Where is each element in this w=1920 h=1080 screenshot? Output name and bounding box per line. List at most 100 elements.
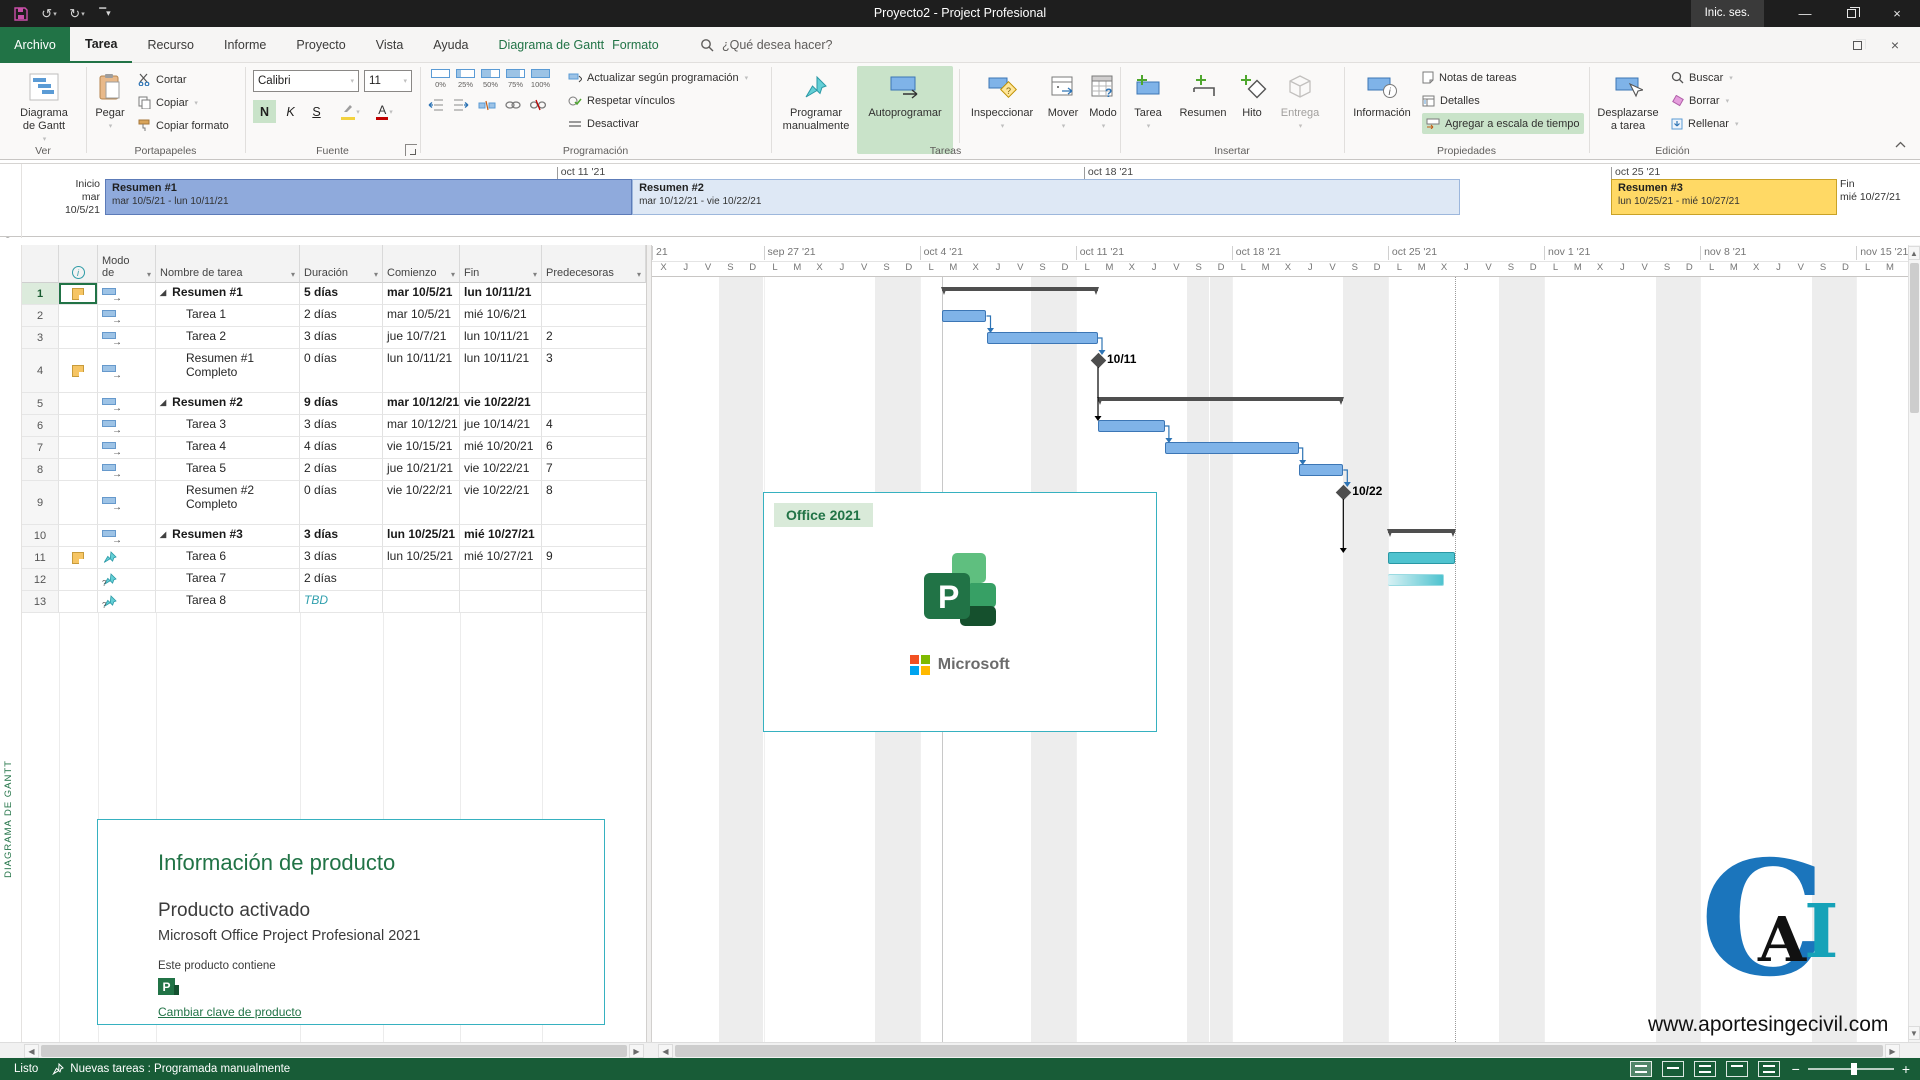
view-team-planner-icon[interactable] bbox=[1694, 1061, 1716, 1077]
row-number[interactable]: 7 bbox=[22, 437, 59, 459]
cell-task-name[interactable]: ◢Resumen #3 bbox=[156, 525, 300, 547]
table-scroll-right-icon[interactable]: ▶ bbox=[629, 1044, 644, 1058]
scroll-down-icon[interactable]: ▼ bbox=[1908, 1026, 1920, 1040]
view-resource-sheet-icon[interactable] bbox=[1726, 1061, 1748, 1077]
view-gantt-icon[interactable] bbox=[1630, 1061, 1652, 1077]
row-number[interactable]: 12 bbox=[22, 569, 59, 591]
cell-task-mode[interactable] bbox=[98, 547, 156, 569]
collapse-ribbon-icon[interactable] bbox=[1895, 135, 1906, 153]
insert-milestone-button[interactable]: Hito bbox=[1234, 66, 1270, 120]
tab-formato[interactable]: Formato bbox=[608, 27, 674, 63]
row-number[interactable]: 5 bbox=[22, 393, 59, 415]
cell-task-mode[interactable]: → bbox=[98, 327, 156, 349]
underline-button[interactable]: S bbox=[305, 100, 328, 123]
font-name-select[interactable]: Calibri▾ bbox=[253, 70, 359, 92]
cell-duration[interactable]: 2 días bbox=[300, 305, 383, 327]
bold-button[interactable]: N bbox=[253, 100, 276, 123]
cell-task-mode[interactable]: → bbox=[98, 525, 156, 547]
cell-finish[interactable]: vie 10/22/21 bbox=[460, 459, 542, 481]
cell-start[interactable]: vie 10/22/21 bbox=[383, 481, 460, 525]
cell-start[interactable]: vie 10/15/21 bbox=[383, 437, 460, 459]
gantt-task-bar[interactable] bbox=[1388, 552, 1455, 564]
cell-indicators[interactable] bbox=[59, 393, 98, 415]
gantt-chart-view-button[interactable]: Diagrama de Gantt▾ bbox=[14, 66, 74, 146]
insert-task-button[interactable]: Tarea▾ bbox=[1126, 66, 1170, 133]
cell-start[interactable] bbox=[383, 569, 460, 591]
cell-start[interactable]: jue 10/21/21 bbox=[383, 459, 460, 481]
cell-predecessors[interactable] bbox=[542, 393, 646, 415]
redo-button[interactable]: ↻▾ bbox=[64, 3, 90, 24]
highlight-color-button[interactable]: ▾ bbox=[339, 100, 362, 123]
cell-duration[interactable]: 3 días bbox=[300, 525, 383, 547]
split-task-icon[interactable] bbox=[478, 99, 496, 111]
cell-start[interactable]: lun 10/11/21 bbox=[383, 349, 460, 393]
cell-finish[interactable] bbox=[460, 569, 542, 591]
row-number[interactable]: 1 bbox=[22, 283, 59, 305]
cell-start[interactable]: mar 10/12/21 bbox=[383, 415, 460, 437]
scroll-to-task-button[interactable]: Desplazarse a tarea bbox=[1593, 66, 1663, 133]
cell-duration[interactable]: 0 días bbox=[300, 481, 383, 525]
tab-tarea[interactable]: Tarea bbox=[70, 27, 132, 63]
cell-task-mode[interactable]: → bbox=[98, 349, 156, 393]
gantt-task-bar[interactable] bbox=[987, 332, 1099, 344]
column-header-name[interactable]: Nombre de tarea▾ bbox=[156, 245, 300, 283]
add-to-timeline-button[interactable]: Agregar a escala de tiempo bbox=[1422, 113, 1584, 134]
cell-duration[interactable]: 0 días bbox=[300, 349, 383, 393]
cell-duration[interactable]: 2 días bbox=[300, 459, 383, 481]
view-report-icon[interactable] bbox=[1758, 1061, 1780, 1077]
row-number[interactable]: 9 bbox=[22, 481, 59, 525]
cell-indicators[interactable] bbox=[59, 305, 98, 327]
table-hscroll-thumb[interactable] bbox=[41, 1045, 627, 1057]
cell-indicators[interactable] bbox=[59, 327, 98, 349]
cell-task-mode[interactable]: → bbox=[98, 481, 156, 525]
pct-50-button[interactable]: 50% bbox=[478, 65, 503, 89]
collapse-triangle-icon[interactable]: ◢ bbox=[160, 395, 166, 410]
cell-predecessors[interactable]: 9 bbox=[542, 547, 646, 569]
cell-task-name[interactable]: Tarea 8 bbox=[156, 591, 300, 613]
cell-finish[interactable] bbox=[460, 591, 542, 613]
cell-task-mode[interactable]: ? bbox=[98, 569, 156, 591]
cell-finish[interactable]: mié 10/20/21 bbox=[460, 437, 542, 459]
tab-diagrama-de-gantt[interactable]: Diagrama de Gantt bbox=[484, 27, 609, 63]
manually-schedule-button[interactable]: Programar manualmente bbox=[778, 66, 854, 133]
cell-task-name[interactable]: Resumen #1 Completo bbox=[156, 349, 300, 393]
timeline-summary-bar[interactable]: Resumen #1mar 10/5/21 - lun 10/11/21 bbox=[105, 179, 632, 215]
cell-task-name[interactable]: Tarea 3 bbox=[156, 415, 300, 437]
cell-task-name[interactable]: Tarea 5 bbox=[156, 459, 300, 481]
status-new-tasks[interactable]: Nuevas tareas : Programada manualmente bbox=[52, 1063, 290, 1075]
undo-button[interactable]: ↺▾ bbox=[36, 3, 62, 24]
move-task-button[interactable]: Mover▾ bbox=[1041, 66, 1085, 133]
cut-button[interactable]: Cortar bbox=[138, 69, 187, 90]
cell-indicators[interactable] bbox=[59, 415, 98, 437]
tab-archivo[interactable]: Archivo bbox=[0, 27, 70, 63]
row-number[interactable]: 6 bbox=[22, 415, 59, 437]
gantt-task-bar[interactable] bbox=[1388, 574, 1444, 586]
cell-predecessors[interactable]: 4 bbox=[542, 415, 646, 437]
collapse-triangle-icon[interactable]: ◢ bbox=[160, 285, 166, 300]
font-color-button[interactable]: A▾ bbox=[373, 100, 396, 123]
cell-finish[interactable]: mié 10/6/21 bbox=[460, 305, 542, 327]
column-header-corner[interactable] bbox=[22, 245, 59, 283]
column-header-indicators[interactable]: i bbox=[59, 245, 98, 283]
update-as-scheduled-button[interactable]: Actualizar según programación▾ bbox=[568, 67, 748, 88]
cell-duration[interactable]: 4 días bbox=[300, 437, 383, 459]
collapse-triangle-icon[interactable]: ◢ bbox=[160, 527, 166, 542]
tell-me-search[interactable]: ¿Qué desea hacer? bbox=[700, 27, 833, 63]
tab-informe[interactable]: Informe bbox=[209, 27, 281, 63]
restore-button[interactable] bbox=[1828, 0, 1874, 27]
cell-start[interactable]: lun 10/25/21 bbox=[383, 547, 460, 569]
task-details-button[interactable]: Detalles bbox=[1422, 90, 1480, 111]
cell-finish[interactable]: vie 10/22/21 bbox=[460, 481, 542, 525]
row-number[interactable]: 4 bbox=[22, 349, 59, 393]
minimize-button[interactable]: — bbox=[1782, 0, 1828, 27]
row-number[interactable]: 8 bbox=[22, 459, 59, 481]
gantt-task-bar[interactable] bbox=[1098, 420, 1165, 432]
cell-predecessors[interactable] bbox=[542, 283, 646, 305]
cell-task-name[interactable]: ◢Resumen #1 bbox=[156, 283, 300, 305]
column-header-predecessors[interactable]: Predecesoras▾ bbox=[542, 245, 646, 283]
row-number[interactable]: 2 bbox=[22, 305, 59, 327]
zoom-thumb[interactable] bbox=[1851, 1063, 1857, 1075]
auto-schedule-button[interactable]: Autoprogramar bbox=[857, 66, 953, 154]
cell-indicators[interactable] bbox=[59, 525, 98, 547]
cell-duration[interactable]: 3 días bbox=[300, 547, 383, 569]
